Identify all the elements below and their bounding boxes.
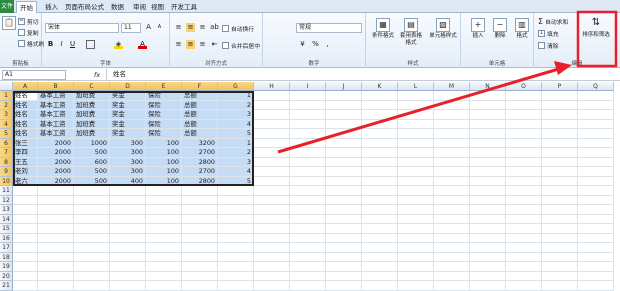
annotation-arrow-head: [554, 61, 572, 75]
red-annotation-overlay: [277, 10, 618, 154]
annotation-arrow-line: [277, 66, 563, 154]
highlight-box: [576, 10, 618, 68]
